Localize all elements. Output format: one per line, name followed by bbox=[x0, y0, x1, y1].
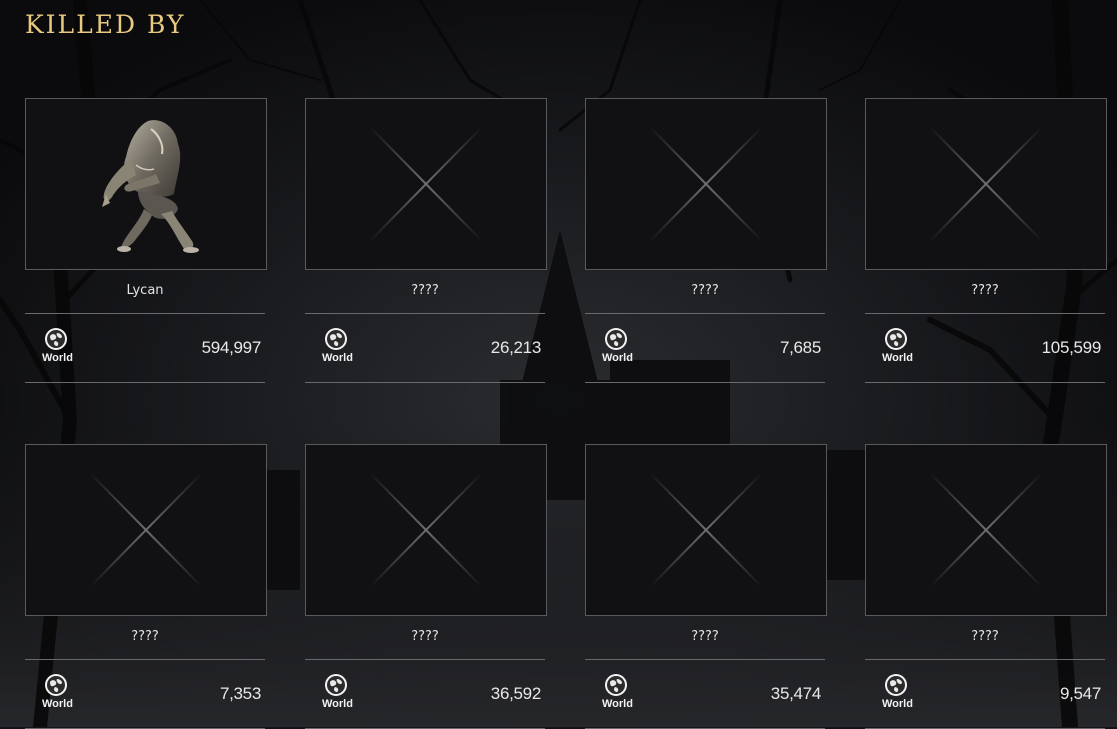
divider bbox=[305, 382, 545, 383]
divider bbox=[305, 313, 545, 314]
enemy-name: ???? bbox=[691, 629, 719, 644]
enemy-card[interactable]: ???? World 9,547 bbox=[865, 444, 1107, 729]
divider bbox=[585, 313, 825, 314]
kill-count: 105,599 bbox=[1041, 338, 1102, 357]
enemy-thumbnail[interactable] bbox=[865, 444, 1107, 616]
divider bbox=[25, 313, 265, 314]
enemy-name: ???? bbox=[691, 283, 719, 298]
enemy-name: Lycan bbox=[126, 283, 164, 298]
region-label: World bbox=[882, 698, 913, 710]
divider bbox=[25, 659, 265, 660]
page-title: KILLED BY bbox=[25, 10, 186, 39]
kill-count: 594,997 bbox=[201, 338, 262, 357]
region-badge: World bbox=[602, 327, 633, 364]
enemy-card[interactable]: Lycan World 594,997 bbox=[25, 98, 267, 383]
locked-x-icon bbox=[649, 472, 763, 588]
enemy-thumbnail[interactable] bbox=[25, 444, 267, 616]
globe-icon bbox=[325, 328, 347, 350]
enemy-thumbnail[interactable] bbox=[25, 98, 267, 270]
enemy-card[interactable]: ???? World 35,474 bbox=[585, 444, 827, 729]
region-label: World bbox=[602, 698, 633, 710]
locked-x-icon bbox=[369, 126, 483, 242]
region-label: World bbox=[322, 352, 353, 364]
enemy-thumbnail[interactable] bbox=[305, 444, 547, 616]
divider bbox=[25, 382, 265, 383]
kill-count: 9,547 bbox=[1059, 684, 1101, 703]
enemy-thumbnail[interactable] bbox=[585, 444, 827, 616]
globe-icon bbox=[605, 328, 627, 350]
region-label: World bbox=[42, 698, 73, 710]
locked-x-icon bbox=[649, 126, 763, 242]
lycan-portrait-icon bbox=[102, 120, 199, 253]
divider bbox=[865, 313, 1105, 314]
region-badge: World bbox=[882, 327, 913, 364]
enemy-card[interactable]: ???? World 36,592 bbox=[305, 444, 547, 729]
divider bbox=[865, 659, 1105, 660]
globe-icon bbox=[45, 328, 67, 350]
divider bbox=[585, 382, 825, 383]
region-label: World bbox=[322, 698, 353, 710]
locked-x-icon bbox=[929, 472, 1043, 588]
enemy-card[interactable]: ???? World 7,353 bbox=[25, 444, 267, 729]
enemy-card[interactable]: ???? World 7,685 bbox=[585, 98, 827, 383]
globe-icon bbox=[885, 328, 907, 350]
region-badge: World bbox=[602, 673, 633, 710]
enemy-thumbnail[interactable] bbox=[865, 98, 1107, 270]
enemy-grid: Lycan World 594,997 ???? World 26,213 ??… bbox=[25, 98, 1107, 729]
enemy-name: ???? bbox=[971, 629, 999, 644]
region-badge: World bbox=[322, 327, 353, 364]
enemy-name: ???? bbox=[411, 283, 439, 298]
globe-icon bbox=[325, 674, 347, 696]
kill-count: 35,474 bbox=[770, 684, 822, 703]
kill-count: 26,213 bbox=[490, 338, 542, 357]
locked-x-icon bbox=[929, 126, 1043, 242]
enemy-name: ???? bbox=[971, 283, 999, 298]
enemy-card[interactable]: ???? World 26,213 bbox=[305, 98, 547, 383]
region-label: World bbox=[882, 352, 913, 364]
locked-x-icon bbox=[89, 472, 203, 588]
kill-count: 7,685 bbox=[779, 338, 821, 357]
kill-count: 7,353 bbox=[219, 684, 261, 703]
enemy-name: ???? bbox=[411, 629, 439, 644]
region-label: World bbox=[42, 352, 73, 364]
region-badge: World bbox=[882, 673, 913, 710]
divider bbox=[865, 382, 1105, 383]
globe-icon bbox=[605, 674, 627, 696]
globe-icon bbox=[45, 674, 67, 696]
enemy-name: ???? bbox=[131, 629, 159, 644]
enemy-thumbnail[interactable] bbox=[585, 98, 827, 270]
globe-icon bbox=[885, 674, 907, 696]
divider bbox=[585, 659, 825, 660]
region-badge: World bbox=[322, 673, 353, 710]
region-label: World bbox=[602, 352, 633, 364]
locked-x-icon bbox=[369, 472, 483, 588]
kill-count: 36,592 bbox=[490, 684, 542, 703]
region-badge: World bbox=[42, 673, 73, 710]
divider bbox=[305, 659, 545, 660]
region-badge: World bbox=[42, 327, 73, 364]
enemy-thumbnail[interactable] bbox=[305, 98, 547, 270]
enemy-card[interactable]: ???? World 105,599 bbox=[865, 98, 1107, 383]
